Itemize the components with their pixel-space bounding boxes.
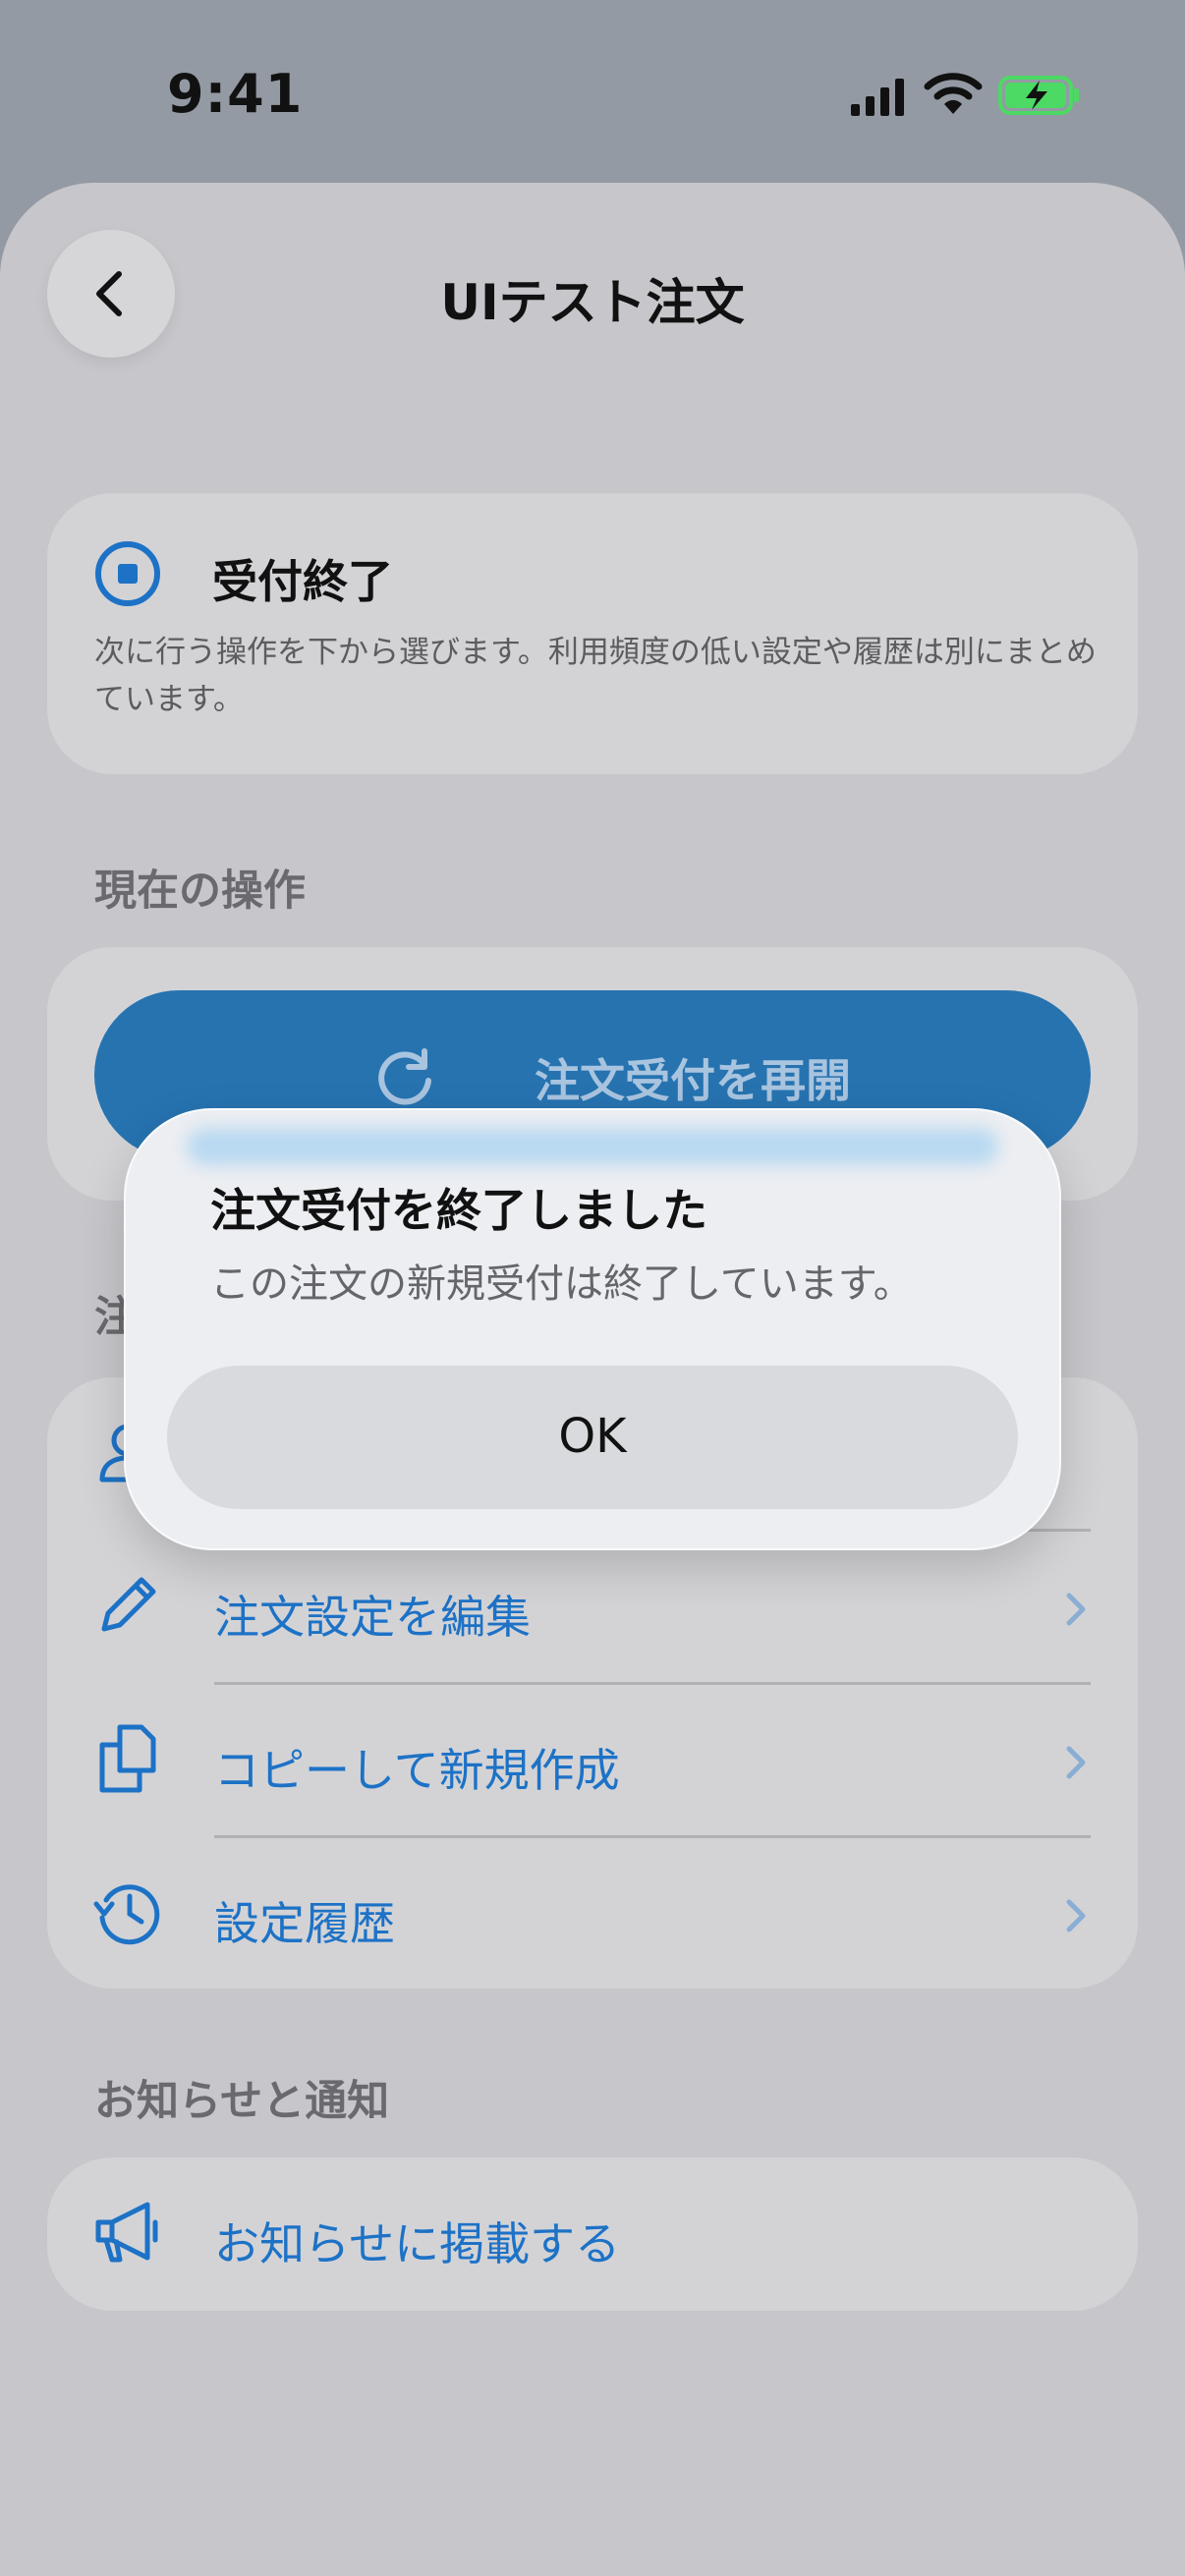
battery-charging-icon <box>998 76 1079 115</box>
status-bar: 9:41 <box>0 0 1185 187</box>
section-header-current: 現在の操作 <box>94 867 306 916</box>
list-item-copy-new[interactable]: コピーして新規作成 <box>47 1684 1138 1837</box>
chevron-right-icon <box>1066 1593 1086 1626</box>
wifi-icon <box>924 73 983 114</box>
status-description: 次に行う操作を下から選びます。利用頻度の低い設定や履歴は別にまとめています。 <box>94 635 1097 717</box>
page-title: UIテスト注文 <box>440 274 745 331</box>
notice-item-label: お知らせに掲載する <box>214 2217 621 2270</box>
ok-button-label: OK <box>558 1409 627 1464</box>
refresh-icon <box>378 1048 431 1105</box>
duplicate-icon <box>99 1724 156 1793</box>
status-card: 受付終了 次に行う操作を下から選びます。利用頻度の低い設定や履歴は別にまとめてい… <box>47 493 1138 774</box>
pencil-icon <box>101 1577 156 1632</box>
list-item-label: 設定履歴 <box>214 1897 395 1950</box>
alert-dialog: 注文受付を終了しました この注文の新規受付は終了しています。 OK <box>124 1108 1061 1550</box>
chevron-right-icon <box>1066 1899 1086 1932</box>
cellular-signal-icon <box>851 79 904 116</box>
history-clock-icon <box>93 1884 160 1945</box>
section-header-notice: お知らせと通知 <box>94 2077 390 2126</box>
resume-orders-label: 注文受付を再開 <box>535 1054 851 1107</box>
list-item-settings-history[interactable]: 設定履歴 <box>47 1837 1138 1990</box>
chevron-right-icon <box>1066 1746 1086 1779</box>
alert-message: この注文の新規受付は終了しています。 <box>210 1261 913 1307</box>
list-item-label: コピーして新規作成 <box>214 1744 620 1797</box>
alert-title: 注文受付を終了しました <box>210 1184 707 1237</box>
megaphone-icon <box>95 2202 158 2263</box>
list-item-edit-settings[interactable]: 注文設定を編集 <box>47 1531 1138 1684</box>
stop-circle-icon <box>95 541 160 606</box>
list-item-post-announcement[interactable]: お知らせに掲載する <box>47 2157 1138 2311</box>
status-title: 受付終了 <box>212 555 393 608</box>
ok-button[interactable]: OK <box>167 1366 1018 1509</box>
list-item-label: 注文設定を編集 <box>214 1591 531 1644</box>
status-time: 9:41 <box>167 63 304 125</box>
screen: 9:41 UIテスト注文 受付終了 次に行う操作を下から選びます。利用頻度の低い… <box>0 0 1185 2576</box>
alert-glow <box>187 1128 998 1165</box>
